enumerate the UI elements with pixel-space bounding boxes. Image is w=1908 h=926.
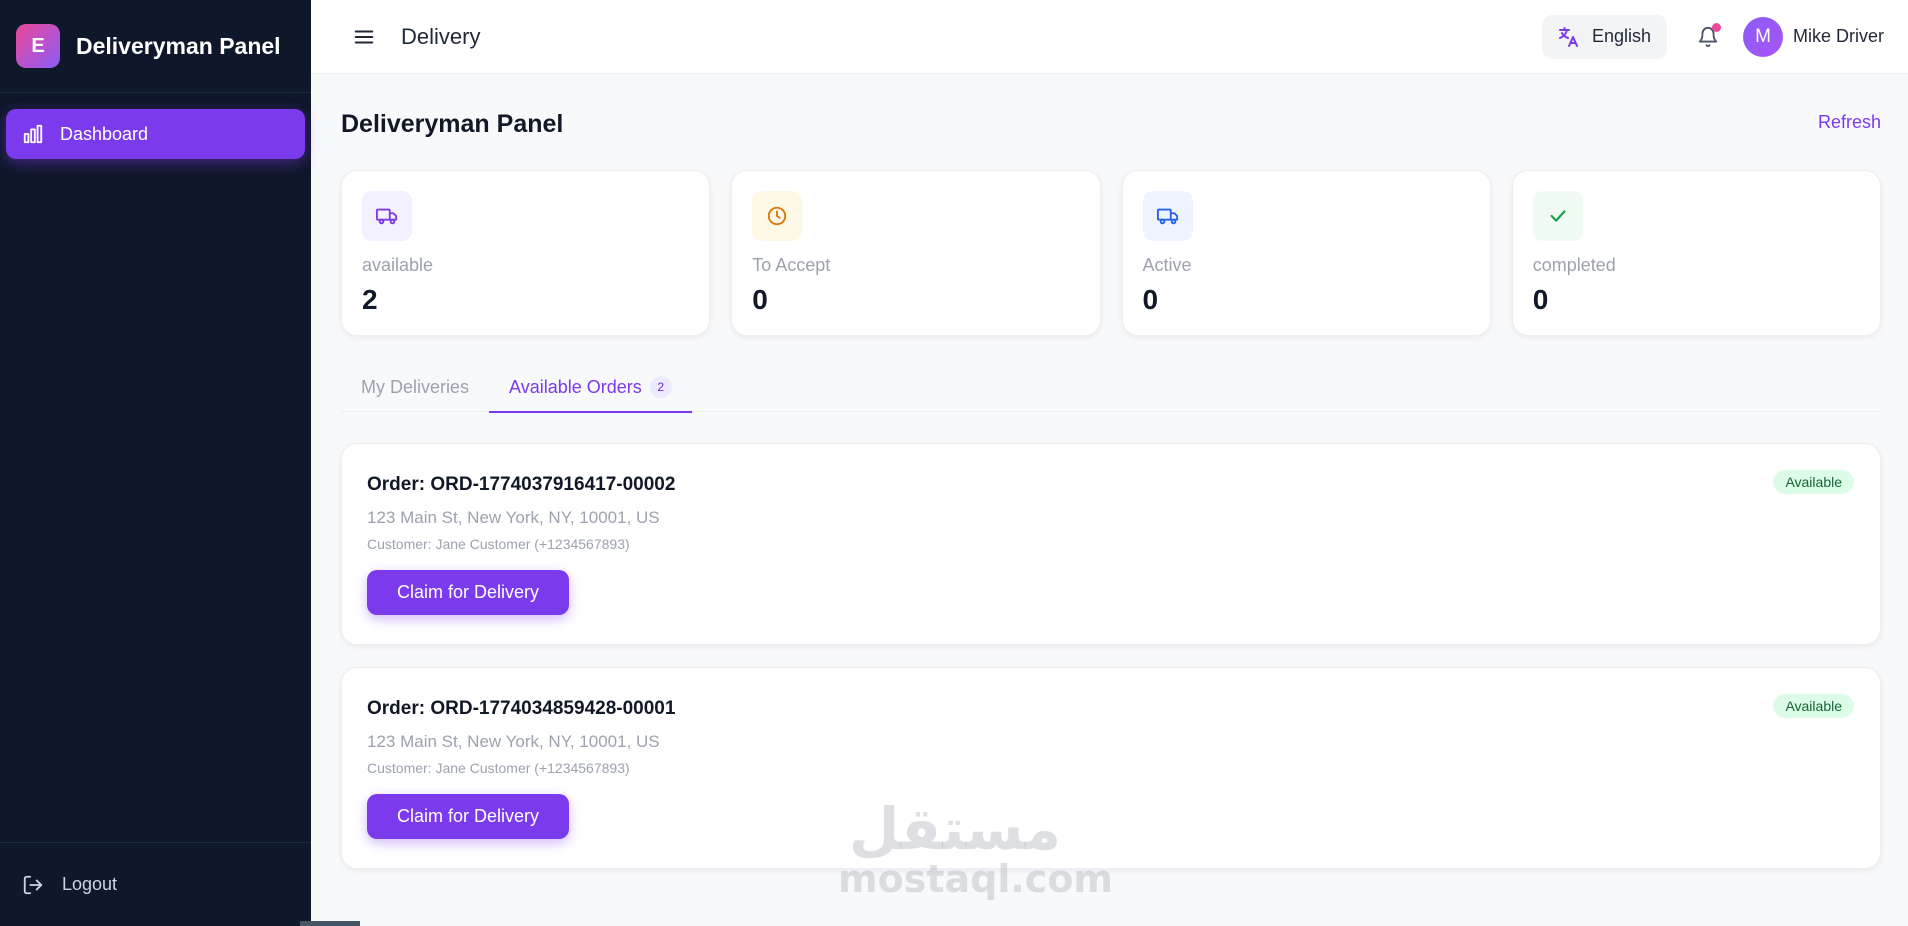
top-header: Delivery English M Mike Driver bbox=[311, 0, 1908, 74]
tab-label: Available Orders bbox=[509, 376, 642, 397]
sidebar-item-label: Dashboard bbox=[60, 123, 149, 144]
avatar[interactable]: M bbox=[1742, 16, 1783, 57]
status-badge: Available bbox=[1773, 470, 1854, 494]
language-label: English bbox=[1591, 26, 1651, 46]
stat-card-available: available 2 bbox=[341, 170, 711, 336]
language-selector[interactable]: English bbox=[1541, 14, 1667, 59]
stat-label: To Accept bbox=[752, 255, 831, 275]
order-card: Order: ORD-1774034859428-00001 123 Main … bbox=[341, 667, 1881, 869]
tab-count-badge: 2 bbox=[649, 376, 672, 398]
logout-button[interactable]: Logout bbox=[0, 842, 311, 926]
scroll-indicator bbox=[300, 921, 360, 926]
watermark-latin: mostaql.com bbox=[838, 857, 1114, 901]
stat-value: 2 bbox=[362, 284, 378, 315]
watermark: مستقل mostaql.com bbox=[838, 795, 1114, 901]
order-address: 123 Main St, New York, NY, 10001, US bbox=[367, 508, 660, 527]
main-content: Deliveryman Panel Refresh available 2 To… bbox=[311, 74, 1908, 926]
sidebar-item-dashboard[interactable]: Dashboard bbox=[6, 109, 305, 159]
brand-name: Deliveryman Panel bbox=[76, 32, 281, 59]
notification-dot bbox=[1711, 22, 1721, 32]
tab-label: My Deliveries bbox=[361, 376, 470, 397]
refresh-button[interactable]: Refresh bbox=[1818, 112, 1881, 133]
stat-icon-wrap bbox=[362, 191, 412, 241]
watermark-arabic: مستقل bbox=[848, 795, 1062, 863]
stat-icon-wrap bbox=[1532, 191, 1583, 241]
menu-toggle-button[interactable] bbox=[351, 24, 377, 50]
stat-value: 0 bbox=[752, 284, 768, 315]
order-customer: Customer: Jane Customer (+1234567893) bbox=[367, 536, 630, 552]
stat-icon-wrap bbox=[1142, 191, 1193, 241]
logout-icon bbox=[23, 875, 43, 894]
stat-value: 0 bbox=[1142, 284, 1159, 315]
order-address: 123 Main St, New York, NY, 10001, US bbox=[367, 732, 660, 751]
stat-label: completed bbox=[1532, 255, 1616, 275]
stat-label: Active bbox=[1142, 255, 1192, 275]
notifications-button[interactable] bbox=[1693, 22, 1723, 52]
stat-label: available bbox=[362, 255, 434, 275]
header-title: Delivery bbox=[401, 23, 481, 49]
hamburger-icon bbox=[354, 29, 374, 44]
order-id: Order: ORD-1774037916417-00002 bbox=[367, 474, 676, 495]
truck-icon bbox=[1156, 208, 1178, 225]
stat-card-active: Active 0 bbox=[1121, 170, 1491, 336]
orders-list: Order: ORD-1774037916417-00002 123 Main … bbox=[341, 443, 1881, 891]
truck-icon bbox=[376, 208, 398, 225]
stat-value: 0 bbox=[1532, 284, 1549, 315]
order-customer: Customer: Jane Customer (+1234567893) bbox=[367, 760, 630, 776]
order-id: Order: ORD-1774034859428-00001 bbox=[367, 698, 676, 719]
stat-icon-wrap bbox=[752, 191, 803, 241]
logout-label: Logout bbox=[62, 874, 118, 894]
page-title: Deliveryman Panel bbox=[341, 110, 564, 138]
user-name[interactable]: Mike Driver bbox=[1793, 26, 1884, 47]
stat-card-completed: completed 0 bbox=[1511, 170, 1881, 336]
order-card: Order: ORD-1774037916417-00002 123 Main … bbox=[341, 443, 1881, 645]
stat-card-to-accept: To Accept 0 bbox=[731, 170, 1101, 336]
sidebar-nav: Dashboard bbox=[0, 93, 311, 842]
claim-for-delivery-button[interactable]: Claim for Delivery bbox=[367, 570, 570, 615]
tab-my-deliveries[interactable]: My Deliveries bbox=[341, 362, 489, 412]
claim-for-delivery-button[interactable]: Claim for Delivery bbox=[367, 794, 570, 839]
tab-available-orders[interactable]: Available Orders 2 bbox=[489, 362, 692, 413]
status-badge: Available bbox=[1773, 694, 1854, 718]
header-actions: English M Mike Driver bbox=[1541, 14, 1884, 59]
bar-chart-icon bbox=[23, 124, 43, 144]
brand: E Deliveryman Panel bbox=[0, 0, 311, 93]
tabs: My Deliveries Available Orders 2 bbox=[341, 362, 1881, 413]
check-icon bbox=[1550, 210, 1566, 222]
translate-icon bbox=[1558, 26, 1578, 47]
stats-row: available 2 To Accept 0 Active 0 complet… bbox=[341, 170, 1881, 336]
sidebar: E Deliveryman Panel Dashboard Logout bbox=[0, 0, 311, 926]
brand-logo: E bbox=[16, 24, 60, 68]
clock-icon bbox=[768, 206, 787, 226]
